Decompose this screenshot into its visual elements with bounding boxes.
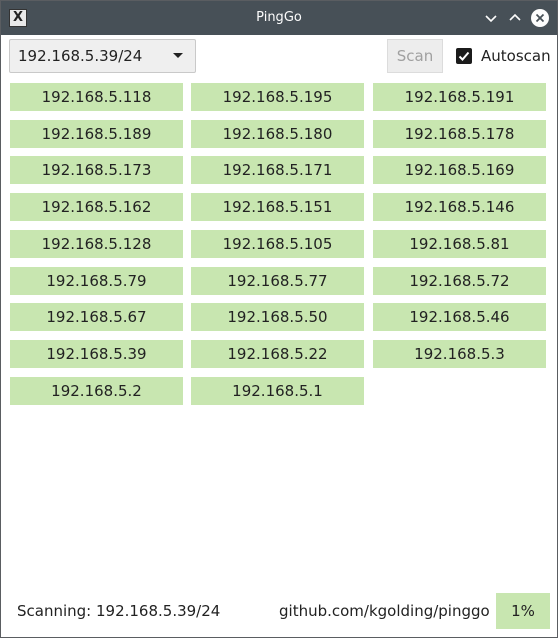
- progress-indicator: 1%: [496, 593, 550, 629]
- host-cell: 192.168.5.171: [191, 156, 364, 185]
- scan-button[interactable]: Scan: [387, 39, 443, 73]
- host-cell: 192.168.5.72: [373, 266, 546, 295]
- host-cell: 192.168.5.191: [373, 83, 546, 111]
- close-icon: [535, 13, 545, 23]
- host-cell: 192.168.5.195: [191, 83, 364, 111]
- autoscan-label[interactable]: Autoscan: [481, 39, 551, 73]
- host-cell: 192.168.5.46: [373, 303, 546, 332]
- dropdown-arrow-icon: [173, 53, 183, 58]
- host-cell: 192.168.5.180: [191, 119, 364, 148]
- maximize-icon[interactable]: [507, 10, 523, 26]
- toolbar: 192.168.5.39/24 Scan Autoscan: [1, 35, 557, 79]
- host-cell: 192.168.5.77: [191, 266, 364, 295]
- host-cell: 192.168.5.22: [191, 339, 364, 368]
- window-title: PingGo: [256, 10, 302, 25]
- host-cell: 192.168.5.3: [373, 339, 546, 368]
- host-cell: 192.168.5.128: [10, 229, 183, 258]
- host-cell: 192.168.5.50: [191, 303, 364, 332]
- checkmark-icon: [458, 51, 470, 61]
- host-cell: 192.168.5.2: [10, 376, 183, 405]
- autoscan-checkbox[interactable]: [456, 48, 472, 64]
- host-cell: 192.168.5.178: [373, 119, 546, 148]
- host-cell: 192.168.5.162: [10, 193, 183, 222]
- host-cell: 192.168.5.81: [373, 229, 546, 258]
- host-cell: 192.168.5.1: [191, 376, 364, 405]
- host-cell: 192.168.5.105: [191, 229, 364, 258]
- host-cell: 192.168.5.118: [10, 83, 183, 111]
- minimize-icon[interactable]: [483, 10, 499, 26]
- host-cell: 192.168.5.39: [10, 339, 183, 368]
- scan-status-text: Scanning: 192.168.5.39/24: [17, 602, 221, 620]
- close-button[interactable]: [531, 9, 549, 27]
- host-cell: 192.168.5.79: [10, 266, 183, 295]
- app-window: X PingGo 192.168.5.39/24 Scan Autoscan 1…: [0, 0, 558, 638]
- title-bar[interactable]: X PingGo: [1, 1, 557, 35]
- host-cell: 192.168.5.169: [373, 156, 546, 185]
- status-bar: Scanning: 192.168.5.39/24 github.com/kgo…: [1, 593, 557, 629]
- host-cell: 192.168.5.151: [191, 193, 364, 222]
- project-link[interactable]: github.com/kgolding/pinggo: [279, 593, 490, 629]
- host-cell: 192.168.5.67: [10, 303, 183, 332]
- host-cell: 192.168.5.189: [10, 119, 183, 148]
- host-cell: 192.168.5.173: [10, 156, 183, 185]
- subnet-select-value: 192.168.5.39/24: [18, 47, 143, 65]
- host-cell: 192.168.5.146: [373, 193, 546, 222]
- subnet-select[interactable]: 192.168.5.39/24: [9, 39, 196, 73]
